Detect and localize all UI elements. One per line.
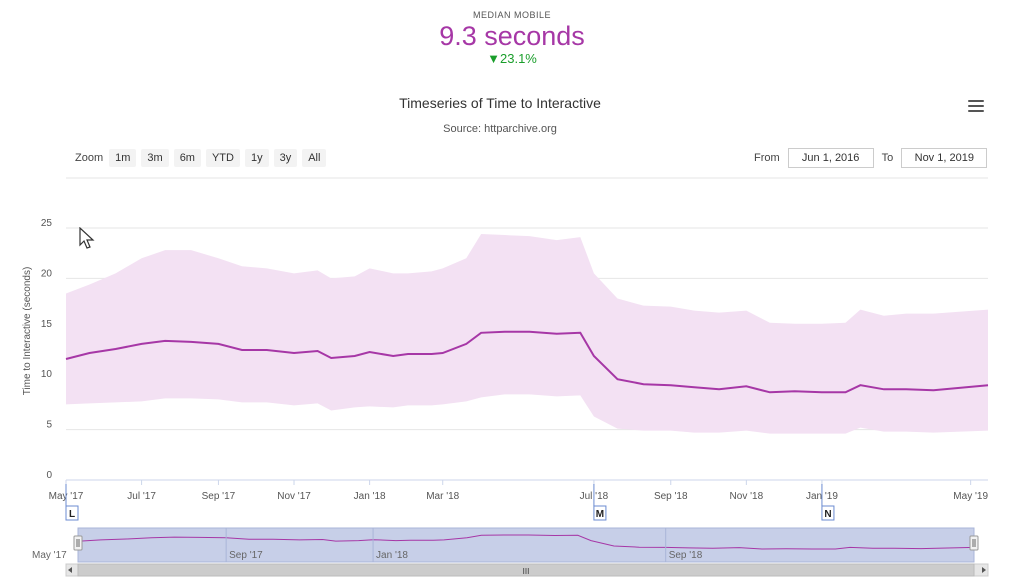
x-tick-label: Sep '17	[202, 491, 236, 502]
navigator-tick-label: Jan '18	[376, 550, 408, 561]
navigator-tick-label: Sep '18	[669, 550, 703, 561]
percentile-band-area	[66, 234, 988, 434]
y-axis-label: Time to Interactive (seconds)	[22, 267, 33, 396]
x-tick-label: Nov '17	[277, 491, 311, 502]
flag-label: N	[824, 509, 831, 520]
timeseries-chart: 0 5 10 15 20 25 May '17 Jul '17 Sep '17 Nov '17 J…	[22, 177, 989, 577]
x-tick-label: Mar '18	[426, 491, 459, 502]
mouse-cursor-icon	[79, 227, 95, 249]
scrollbar-grip-icon: III	[523, 567, 530, 576]
percentile-band	[66, 234, 988, 434]
navigator-window	[77, 527, 975, 563]
x-tick-label: Jul '17	[127, 491, 156, 502]
y-tick-label: 10	[41, 369, 53, 380]
x-tick-label: Nov '18	[730, 491, 764, 502]
navigator[interactable]: May '17 Sep '17 Jan '18 Sep '18 III	[32, 527, 989, 577]
flag-label: M	[596, 509, 604, 520]
navigator-left-handle[interactable]	[73, 535, 83, 551]
flags: L M N	[65, 484, 835, 521]
navigator-tick-label: Sep '17	[229, 550, 263, 561]
navigator-right-handle[interactable]	[969, 535, 979, 551]
y-tick-label: 15	[41, 319, 53, 330]
x-tick-label: Sep '18	[654, 491, 688, 502]
flag-label: L	[69, 509, 75, 520]
y-tick-label: 0	[46, 470, 52, 481]
y-tick-label: 25	[41, 218, 53, 229]
x-tick-label: May '19	[953, 491, 988, 502]
x-tick-label: Jan '18	[354, 491, 386, 502]
navigator-tick-label: May '17	[32, 550, 67, 561]
y-axis-ticks: 0 5 10 15 20 25	[41, 218, 53, 481]
x-axis: May '17 Jul '17 Sep '17 Nov '17 Jan '18 Mar '…	[49, 479, 988, 502]
y-tick-label: 5	[46, 420, 52, 431]
y-tick-label: 20	[41, 268, 53, 279]
